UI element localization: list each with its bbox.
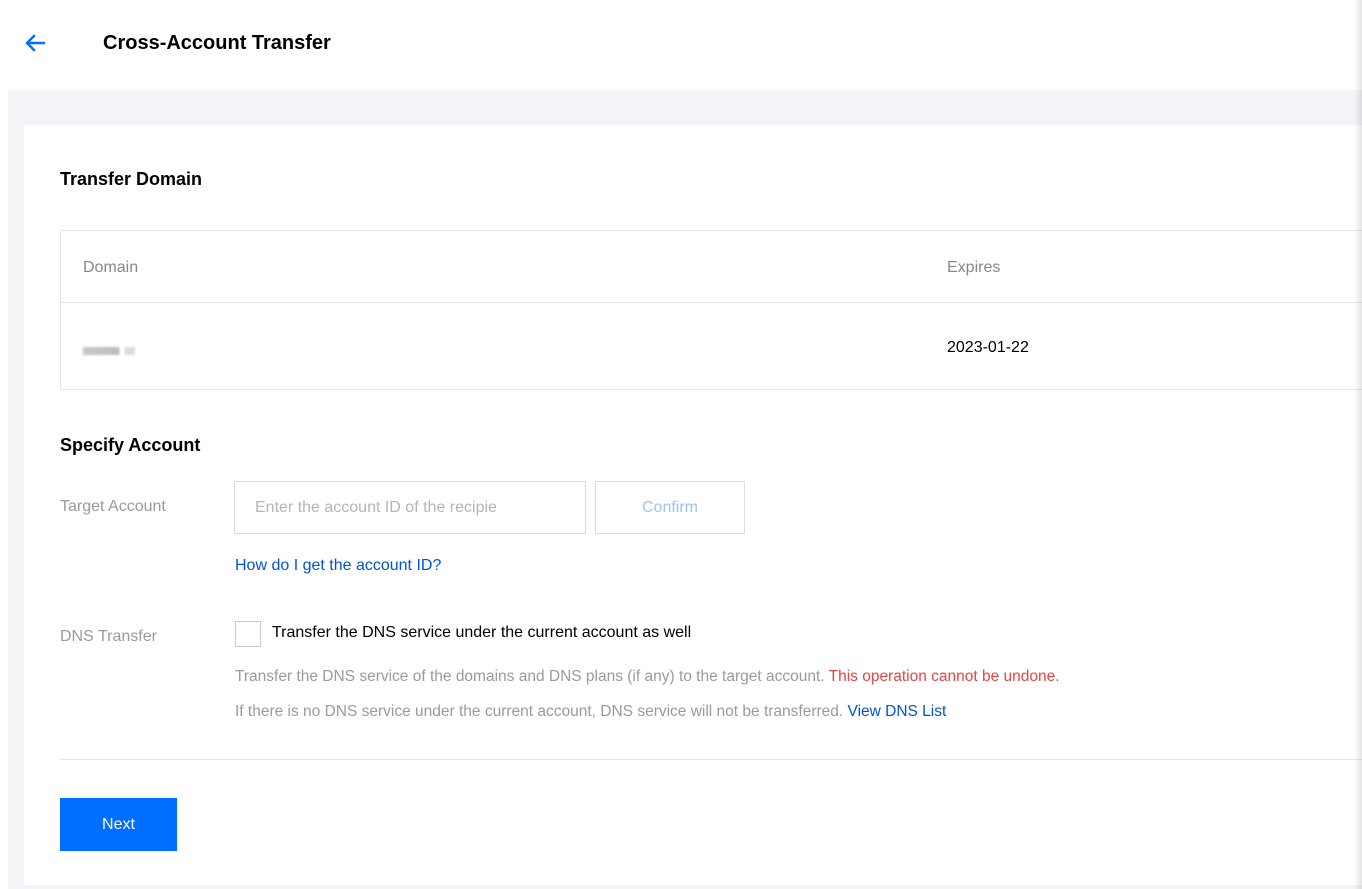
view-dns-list-link[interactable]: View DNS List [848,703,947,720]
column-header-domain: Domain [83,259,139,276]
dns-transfer-checkbox[interactable] [235,621,261,647]
dns-transfer-label: DNS Transfer [60,628,157,645]
masked-domain-name [83,347,135,355]
dns-description-text-2: If there is no DNS service under the cur… [235,703,844,720]
table-row: 2023-01-22 [61,303,1362,389]
target-account-label: Target Account [60,498,166,515]
back-button[interactable] [22,30,48,56]
confirm-button[interactable]: Confirm [595,481,745,534]
section-title-transfer-domain: Transfer Domain [60,169,203,189]
page-header: Cross-Account Transfer [0,8,1362,90]
divider [60,759,1362,760]
expires-cell: 2023-01-22 [947,339,1029,356]
dns-description-text: Transfer the DNS service of the domains … [235,668,825,685]
page-title: Cross-Account Transfer [103,32,331,54]
column-header-expires: Expires [947,259,1001,276]
target-account-input[interactable] [234,481,586,534]
dns-description-line-2: If there is no DNS service under the cur… [235,703,946,721]
account-id-help-link[interactable]: How do I get the account ID? [235,557,441,575]
next-button[interactable]: Next [60,798,177,851]
dns-transfer-checkbox-label[interactable]: Transfer the DNS service under the curre… [272,624,691,642]
dns-description-line-1: Transfer the DNS service of the domains … [235,668,1060,686]
domain-table: Domain Expires 2023-01-22 [60,230,1362,390]
transfer-form-card: Transfer Domain Domain Expires 2023-01-2… [24,125,1362,885]
irreversible-warning: This operation cannot be undone. [828,668,1060,685]
arrow-left-icon [25,34,45,52]
section-title-specify-account: Specify Account [60,435,201,455]
table-header: Domain Expires [61,231,1362,303]
